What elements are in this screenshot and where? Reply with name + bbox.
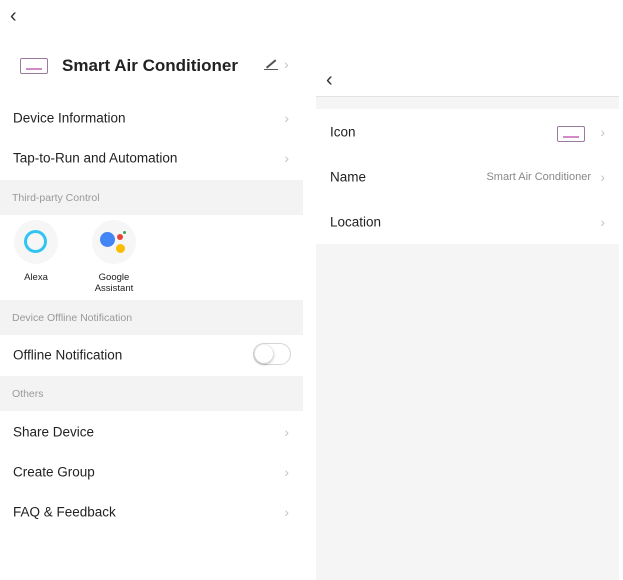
back-chevron-icon[interactable]: ‹: [10, 6, 17, 26]
section-title: Third-party Control: [12, 191, 100, 204]
offline-notification-toggle[interactable]: [253, 343, 291, 365]
chevron-right-icon[interactable]: ›: [284, 56, 289, 72]
name-label: Name: [330, 169, 367, 184]
toggle-knob: [255, 345, 273, 363]
back-chevron-icon[interactable]: ‹: [326, 70, 333, 90]
device-information-panel: ‹ Icon › Name Smart Air Conditioner › Lo…: [316, 0, 619, 580]
create-group-row[interactable]: Create Group ›: [0, 452, 303, 492]
alexa-icon: [14, 220, 58, 264]
share-device-label: Share Device: [13, 424, 95, 440]
chevron-right-icon: ›: [600, 168, 605, 185]
offline-notification-row: Offline Notification: [0, 335, 303, 375]
chevron-right-icon: ›: [284, 150, 289, 166]
device-settings-panel: ‹ Smart Air Conditioner › Device Informa…: [0, 0, 303, 580]
device-information-row[interactable]: Device Information ›: [0, 98, 303, 138]
offline-notification-label: Offline Notification: [13, 347, 123, 363]
faq-feedback-label: FAQ & Feedback: [13, 504, 116, 520]
chevron-right-icon: ›: [600, 123, 605, 140]
air-conditioner-icon: [20, 58, 48, 74]
chevron-right-icon: ›: [284, 424, 289, 440]
create-group-label: Create Group: [13, 464, 95, 480]
icon-label: Icon: [330, 124, 356, 139]
third-party-section-header: Third-party Control: [0, 180, 303, 215]
chevron-right-icon: ›: [284, 464, 289, 480]
name-value: Smart Air Conditioner: [486, 170, 591, 183]
alexa-label: Alexa: [24, 272, 48, 283]
alexa-item[interactable]: Alexa: [8, 220, 64, 283]
location-label: Location: [330, 214, 382, 229]
device-information-label: Device Information: [13, 110, 126, 126]
name-row[interactable]: Name Smart Air Conditioner ›: [316, 154, 619, 199]
device-title: Smart Air Conditioner: [62, 56, 238, 75]
location-row[interactable]: Location ›: [316, 199, 619, 244]
chevron-right-icon: ›: [600, 213, 605, 230]
offline-section-header: Device Offline Notification: [0, 300, 303, 335]
google-assistant-label: Google Assistant: [94, 272, 134, 294]
device-header: Smart Air Conditioner ›: [0, 44, 303, 88]
section-title: Others: [12, 387, 44, 400]
tap-to-run-row[interactable]: Tap-to-Run and Automation ›: [0, 138, 303, 178]
top-bar: ‹: [316, 0, 619, 97]
chevron-right-icon: ›: [284, 110, 289, 126]
chevron-right-icon: ›: [284, 504, 289, 520]
tap-to-run-label: Tap-to-Run and Automation: [13, 150, 178, 166]
icon-row[interactable]: Icon ›: [316, 109, 619, 154]
edit-pencil-icon[interactable]: [264, 55, 278, 71]
air-conditioner-icon: [557, 126, 585, 142]
section-title: Device Offline Notification: [12, 311, 133, 324]
google-assistant-icon: [92, 220, 136, 264]
others-section-header: Others: [0, 376, 303, 411]
google-assistant-item[interactable]: Google Assistant: [86, 220, 142, 294]
faq-feedback-row[interactable]: FAQ & Feedback ›: [0, 492, 303, 532]
share-device-row[interactable]: Share Device ›: [0, 412, 303, 452]
